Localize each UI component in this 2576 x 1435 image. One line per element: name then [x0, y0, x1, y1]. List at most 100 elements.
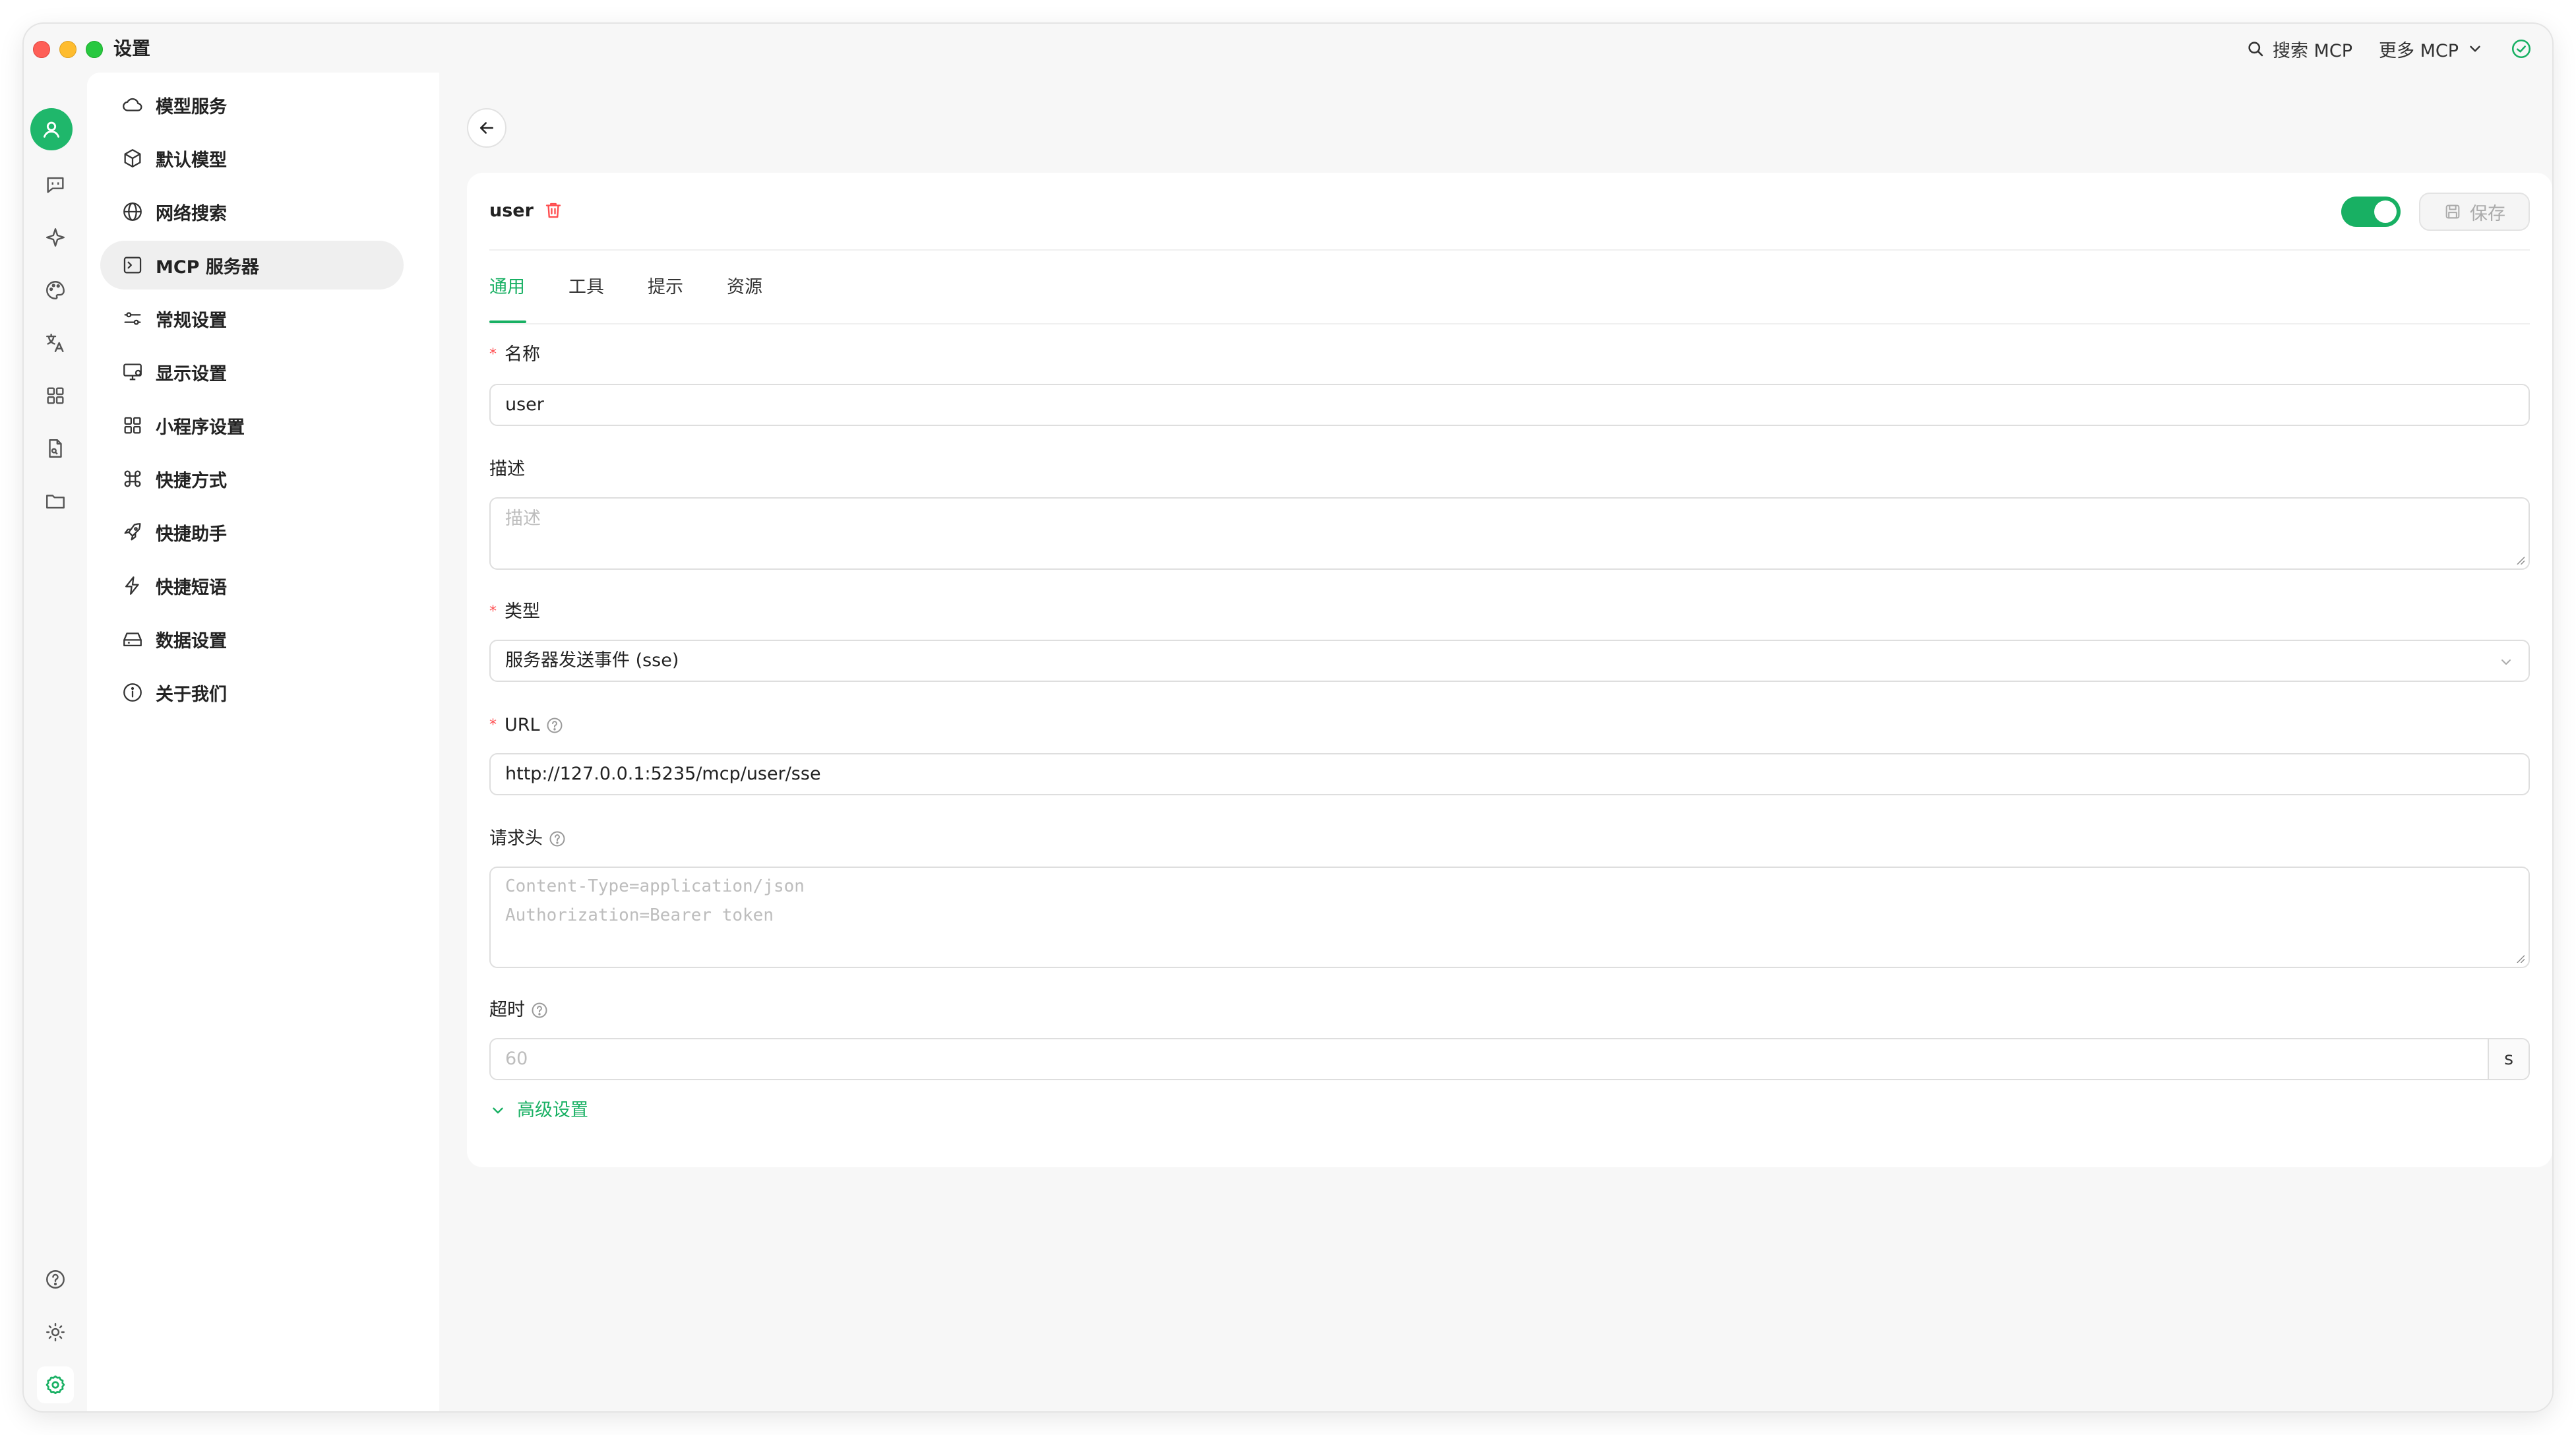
apps-grid-icon	[47, 387, 64, 404]
hard-drive-icon	[123, 632, 142, 647]
tab-tools[interactable]: 工具	[568, 274, 604, 301]
rail-assistant-button[interactable]	[37, 219, 74, 256]
nav-item-model-service[interactable]: 模型服务	[100, 80, 404, 129]
document-icon	[49, 439, 62, 458]
tab-general[interactable]: 通用	[489, 274, 526, 323]
nav-item-mcp-servers[interactable]: MCP 服务器	[100, 241, 404, 290]
required-marker: *	[489, 346, 497, 363]
help-icon[interactable]	[545, 716, 564, 735]
search-icon	[2248, 42, 2263, 57]
tab-label: 工具	[568, 277, 604, 297]
tab-label: 资源	[727, 277, 762, 297]
rail-help-button[interactable]	[37, 1261, 74, 1298]
headers-textarea[interactable]: Content-Type=application/json Authorizat…	[489, 867, 2530, 968]
tab-label: 提示	[648, 277, 683, 297]
rail-theme-button[interactable]	[37, 1314, 74, 1351]
user-avatar-icon	[43, 121, 60, 138]
resize-handle-icon[interactable]	[2515, 954, 2525, 963]
back-button[interactable]	[467, 108, 506, 148]
icon-rail	[24, 73, 87, 1411]
settings-icon	[46, 1375, 65, 1395]
nav-item-miniapp-settings[interactable]: 小程序设置	[100, 401, 404, 450]
tab-label: 通用	[489, 277, 525, 297]
tab-prompts[interactable]: 提示	[648, 274, 683, 301]
timeout-input[interactable]: 60 s	[489, 1038, 2530, 1080]
nav-item-quick-assistant[interactable]: 快捷助手	[100, 508, 404, 557]
terminal-icon	[123, 257, 142, 274]
rail-files-button[interactable]	[37, 430, 74, 467]
chevron-down-icon	[2470, 46, 2480, 52]
headers-label-text: 请求头	[489, 828, 543, 849]
url-label-text: URL	[505, 715, 540, 735]
cloud-icon	[123, 98, 142, 111]
save-label: 保存	[2470, 203, 2505, 224]
close-window-button[interactable]	[33, 41, 50, 58]
minimize-window-button[interactable]	[59, 41, 77, 58]
nav-item-label: 模型服务	[156, 96, 227, 117]
description-placeholder: 描述	[505, 508, 541, 529]
nav-item-data-settings[interactable]: 数据设置	[100, 615, 404, 663]
required-marker: *	[489, 603, 497, 620]
server-enabled-toggle[interactable]	[2341, 197, 2401, 227]
nav-item-shortcuts[interactable]: 快捷方式	[100, 454, 404, 503]
url-input[interactable]: http://127.0.0.1:5235/mcp/user/sse	[489, 753, 2530, 795]
rail-apps-button[interactable]	[37, 377, 74, 414]
nav-item-label: 默认模型	[156, 150, 227, 171]
rail-chat-button[interactable]	[37, 166, 74, 203]
server-name-title: user	[489, 200, 534, 221]
name-label: * 名称	[489, 342, 540, 368]
rail-paint-button[interactable]	[37, 272, 74, 309]
nav-item-general-settings[interactable]: 常规设置	[100, 294, 404, 343]
timeout-label-text: 超时	[489, 1000, 525, 1020]
nav-item-label: 快捷助手	[156, 524, 227, 545]
help-icon[interactable]	[530, 1001, 549, 1020]
advanced-settings-toggle[interactable]: 高级设置	[489, 1097, 588, 1124]
trash-icon[interactable]	[543, 200, 563, 220]
maximize-window-button[interactable]	[86, 41, 103, 58]
nav-item-display-settings[interactable]: 显示设置	[100, 348, 404, 396]
sliders-icon	[124, 312, 141, 325]
chevron-down-icon	[493, 1107, 503, 1114]
rocket-icon	[124, 523, 141, 541]
nav-item-label: MCP 服务器	[156, 257, 259, 278]
save-icon	[2445, 204, 2460, 219]
folder-icon	[46, 495, 65, 509]
nav-item-label: 小程序设置	[156, 417, 245, 438]
help-icon[interactable]	[548, 830, 567, 848]
info-icon	[123, 683, 142, 702]
more-mcp-dropdown[interactable]: 更多 MCP	[2379, 36, 2484, 62]
tab-active-indicator	[489, 321, 526, 323]
nav-item-about[interactable]: 关于我们	[100, 668, 404, 717]
user-avatar[interactable]	[30, 108, 73, 150]
tab-resources[interactable]: 资源	[727, 274, 762, 301]
headers-placeholder-line: Authorization=Bearer token	[505, 905, 774, 925]
main-content: user 保存 通用 工具 提示 资源 * 名称 user 描述 描述 * 类型…	[439, 73, 2552, 1411]
nav-item-label: 数据设置	[156, 630, 227, 652]
nav-item-quick-phrases[interactable]: 快捷短语	[100, 561, 404, 610]
nav-item-web-search[interactable]: 网络搜索	[100, 187, 404, 236]
timeout-label: 超时	[489, 997, 549, 1023]
app-window: 设置 搜索 MCP 更多 MCP 模型服务 默认模型 网络搜索 MCP 服务器 …	[24, 24, 2552, 1411]
nav-item-default-model[interactable]: 默认模型	[100, 134, 404, 183]
timeout-unit: s	[2488, 1039, 2529, 1079]
description-textarea[interactable]: 描述	[489, 497, 2530, 570]
name-input[interactable]: user	[489, 384, 2530, 426]
required-marker: *	[489, 717, 497, 733]
search-mcp-button[interactable]: 搜索 MCP	[2246, 36, 2352, 62]
nav-item-label: 关于我们	[156, 684, 227, 705]
rail-folder-button[interactable]	[37, 483, 74, 520]
cube-icon	[124, 149, 141, 168]
nav-item-label: 网络搜索	[156, 203, 227, 224]
nav-item-label: 快捷方式	[156, 470, 227, 491]
title-bar: 设置 搜索 MCP 更多 MCP	[24, 24, 2552, 73]
save-button[interactable]: 保存	[2419, 193, 2530, 231]
check-circle-icon[interactable]	[2510, 38, 2532, 60]
rail-translate-button[interactable]	[37, 324, 74, 361]
translate-icon	[46, 334, 64, 352]
sparkle-icon	[46, 228, 65, 247]
rail-settings-button[interactable]	[37, 1366, 74, 1403]
type-select[interactable]: 服务器发送事件 (sse)	[489, 640, 2530, 682]
resize-handle-icon[interactable]	[2515, 555, 2525, 565]
command-icon	[124, 470, 141, 487]
monitor-icon	[123, 363, 142, 381]
